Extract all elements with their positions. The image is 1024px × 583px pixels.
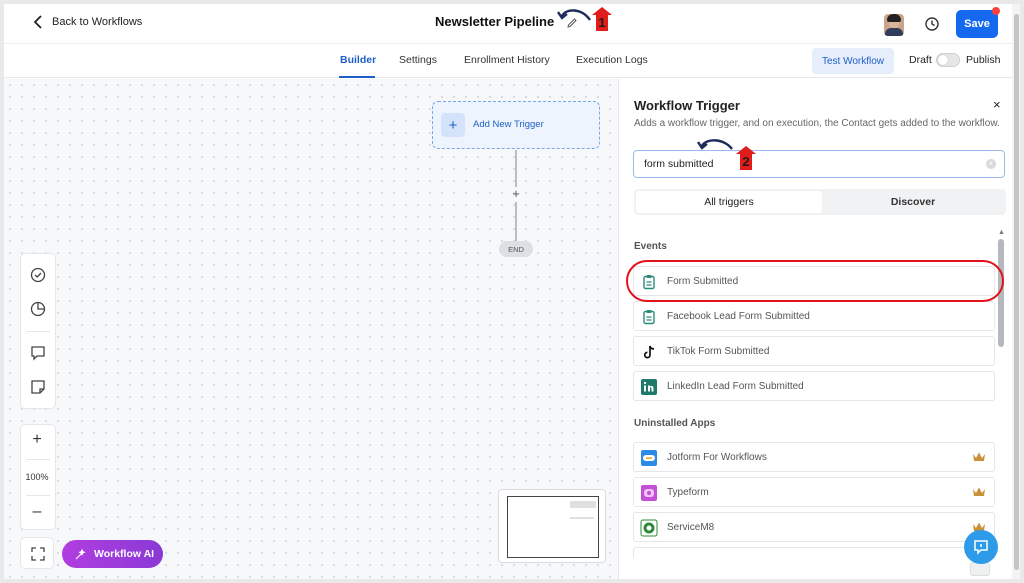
panel-description: Adds a workflow trigger, and on executio…	[634, 118, 1000, 129]
clipboard-icon	[643, 310, 655, 325]
back-to-workflows-link[interactable]: Back to Workflows	[32, 15, 142, 29]
trigger-filter-tabs: All triggers Discover	[634, 189, 1006, 215]
close-icon[interactable]: ×	[993, 97, 1001, 112]
unsaved-indicator	[992, 7, 1000, 15]
tab-builder[interactable]: Builder	[340, 54, 376, 66]
trigger-item-label: LinkedIn Lead Form Submitted	[667, 381, 804, 392]
chat-widget-base	[970, 562, 990, 576]
search-value: form submitted	[644, 158, 714, 170]
app-item-jotform[interactable]: Jotform For Workflows	[633, 442, 995, 472]
trigger-item-label: Facebook Lead Form Submitted	[667, 311, 810, 322]
annotation-badge-icon: 2	[736, 146, 756, 170]
tab-enrollment-history[interactable]: Enrollment History	[464, 54, 550, 66]
comment-icon[interactable]	[29, 344, 47, 362]
window-scroll-thumb[interactable]	[1014, 14, 1019, 570]
chevron-left-icon	[33, 15, 42, 29]
add-trigger-label: Add New Trigger	[473, 119, 544, 130]
minimap[interactable]	[498, 489, 606, 563]
end-node: END	[499, 241, 533, 257]
tab-execution-logs[interactable]: Execution Logs	[576, 54, 648, 66]
history-icon[interactable]	[924, 16, 940, 32]
servicem8-icon	[640, 519, 658, 537]
app-item-label: ServiceM8	[667, 522, 715, 533]
tab-settings[interactable]: Settings	[399, 54, 437, 66]
connector-line	[515, 202, 517, 241]
app-item-servicem8[interactable]: ServiceM8	[633, 512, 995, 542]
events-heading: Events	[634, 241, 667, 252]
scroll-up-icon[interactable]: ▲	[998, 229, 1005, 236]
draft-label: Draft	[909, 54, 932, 66]
trigger-item-tiktok-form[interactable]: TikTok Form Submitted	[633, 336, 995, 366]
trigger-item-linkedin-lead-form[interactable]: LinkedIn Lead Form Submitted	[633, 371, 995, 401]
minimap-viewport	[507, 496, 599, 558]
trigger-panel: Workflow Trigger × Adds a workflow trigg…	[618, 79, 1012, 579]
app-item-partial	[633, 547, 995, 559]
trigger-item-facebook-lead-form[interactable]: Facebook Lead Form Submitted	[633, 301, 995, 331]
linkedin-icon	[641, 379, 657, 395]
app-item-label: Typeform	[667, 487, 709, 498]
annotation-arrow-icon	[697, 139, 733, 150]
panel-title: Workflow Trigger	[634, 98, 740, 113]
uninstalled-apps-heading: Uninstalled Apps	[634, 418, 716, 429]
app-window: Back to Workflows Newsletter Pipeline 1 …	[0, 0, 1024, 583]
typeform-icon	[641, 485, 657, 501]
annotation-number: 1	[598, 15, 605, 30]
avatar[interactable]	[884, 14, 904, 36]
trigger-item-label: TikTok Form Submitted	[667, 346, 770, 357]
app-item-typeform[interactable]: Typeform	[633, 477, 995, 507]
crown-icon	[973, 487, 985, 496]
tab-bar: Builder Settings Enrollment History Exec…	[4, 44, 1020, 78]
clear-search-icon[interactable]: ×	[986, 159, 996, 169]
annotation-number: 2	[742, 154, 749, 169]
jotform-icon	[641, 450, 657, 466]
connector-line	[515, 150, 517, 187]
crown-icon	[973, 452, 985, 461]
save-button[interactable]: Save	[956, 10, 998, 38]
publish-label: Publish	[966, 54, 1001, 66]
add-step-button[interactable]: +	[509, 187, 523, 201]
top-bar: Back to Workflows Newsletter Pipeline 1 …	[4, 4, 1020, 44]
active-tab-indicator	[339, 76, 375, 78]
annotation-arrow-icon	[557, 9, 591, 21]
sparkle-icon	[75, 548, 86, 560]
app-item-label: Jotform For Workflows	[667, 452, 767, 463]
workflow-name[interactable]: Newsletter Pipeline	[435, 14, 554, 29]
back-label: Back to Workflows	[52, 16, 143, 28]
add-trigger-node[interactable]: + Add New Trigger	[432, 101, 600, 149]
annotation-badge-icon: 1	[592, 7, 612, 31]
trigger-search-input[interactable]: form submitted ×	[633, 150, 1005, 178]
canvas-tools	[20, 253, 56, 409]
zoom-level: 100%	[25, 472, 49, 482]
plus-icon: +	[441, 113, 465, 137]
pie-chart-icon[interactable]	[29, 300, 47, 318]
tab-all-triggers[interactable]: All triggers	[636, 191, 822, 213]
zoom-controls: + 100% –	[20, 424, 56, 530]
highlight-ring	[626, 260, 1004, 302]
test-workflow-button[interactable]: Test Workflow	[812, 48, 894, 74]
fit-to-screen-icon[interactable]	[29, 545, 47, 563]
workflow-canvas[interactable]: + Add New Trigger + END + 100% – Workflo…	[4, 79, 618, 579]
workflow-ai-button[interactable]: Workflow AI	[62, 540, 163, 568]
tiktok-icon	[643, 345, 655, 359]
tab-discover[interactable]: Discover	[822, 191, 1004, 213]
chat-bubble-icon	[974, 540, 988, 555]
check-circle-icon[interactable]	[29, 266, 47, 284]
chat-support-button[interactable]	[964, 530, 998, 564]
workflow-ai-label: Workflow AI	[94, 548, 155, 560]
zoom-in-button[interactable]: +	[21, 431, 53, 449]
zoom-out-button[interactable]: –	[21, 503, 53, 521]
fit-view-control	[20, 537, 54, 569]
sticky-note-icon[interactable]	[29, 378, 47, 396]
publish-toggle[interactable]	[936, 53, 960, 67]
